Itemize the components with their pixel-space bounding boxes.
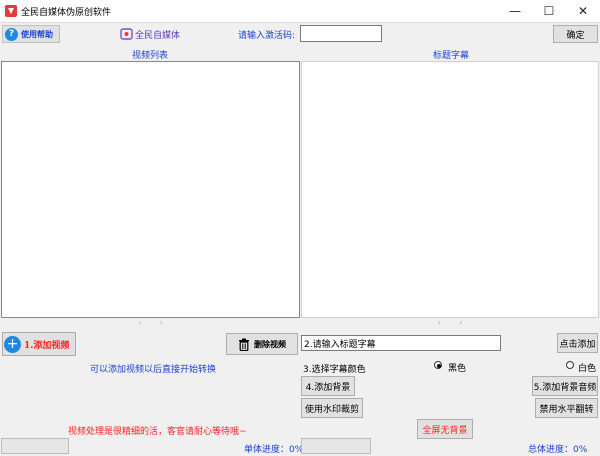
delete-video-button[interactable]: 删除视频 <box>226 333 298 355</box>
single-progress-bar <box>1 438 69 454</box>
plus-circle-icon: + <box>4 335 21 353</box>
radio-unselected-icon <box>566 361 574 369</box>
color-white-label: 白色 <box>578 364 597 374</box>
subtitle-list[interactable] <box>301 61 599 318</box>
patience-note: 视频处理是很精细的活，客官请耐心等待哦~ <box>68 427 247 437</box>
add-background-button[interactable]: 4.添加背景 <box>301 376 355 396</box>
trash-icon <box>238 338 250 351</box>
color-black-label: 黑色 <box>448 364 467 374</box>
video-list[interactable] <box>1 61 300 318</box>
subtitle-panel-header: 标题字幕 <box>432 51 469 61</box>
color-black-radio[interactable]: 黑色 <box>434 360 494 374</box>
delete-video-label: 删除视频 <box>254 338 286 349</box>
subtitle-color-label: 3.选择字幕颜色 <box>303 365 366 375</box>
fullscreen-no-bg-button[interactable]: 全屏无背景 <box>417 419 473 439</box>
color-white-radio[interactable]: 白色 <box>566 360 600 374</box>
help-button[interactable]: ? 使用帮助 <box>2 25 60 43</box>
help-label: 使用帮助 <box>21 29 53 39</box>
app-icon <box>4 4 18 18</box>
confirm-button[interactable]: 确定 <box>553 25 598 43</box>
scroll-left-arrow-icon[interactable]: ‹ <box>438 318 441 327</box>
radio-selected-icon <box>434 361 442 369</box>
help-icon: ? <box>5 27 18 41</box>
video-list-header: 视频列表 <box>131 51 168 61</box>
brand-label: 全民自媒体 <box>135 31 181 41</box>
video-list-hscrollbar[interactable]: ‹ › <box>1 318 300 329</box>
maximize-button[interactable]: ☐ <box>532 0 566 23</box>
activation-label: 请输入激活码: <box>238 31 296 41</box>
disable-hflip-button[interactable]: 禁用水平翻转 <box>535 398 598 418</box>
title-subtitle-input[interactable] <box>301 335 501 351</box>
total-progress-bar <box>301 438 371 454</box>
activation-input[interactable] <box>300 25 382 42</box>
add-video-hint: 可以添加视频以后直接开始转换 <box>90 365 217 375</box>
add-bg-audio-button[interactable]: 5.添加背景音频 <box>532 376 598 396</box>
add-video-button[interactable]: + 1.添加视频 <box>2 332 76 356</box>
add-video-label: 1.添加视频 <box>24 340 70 351</box>
scroll-right-arrow-icon[interactable]: › <box>160 318 163 327</box>
window-title: 全民自媒体伪原创软件 <box>21 8 112 18</box>
click-add-button[interactable]: 点击添加 <box>557 333 598 353</box>
media-logo-icon <box>120 27 133 40</box>
scroll-left-arrow-icon[interactable]: ‹ <box>138 318 141 327</box>
title-bar: 全民自媒体伪原创软件 — ☐ ✕ <box>0 0 600 23</box>
brand-logo: 全民自媒体 <box>120 25 190 43</box>
watermark-crop-button[interactable]: 使用水印裁剪 <box>301 398 363 418</box>
scroll-right-arrow-icon[interactable]: › <box>459 318 462 327</box>
total-progress-label: 总体进度：0% <box>528 445 588 455</box>
close-button[interactable]: ✕ <box>566 0 600 23</box>
subtitle-list-hscrollbar[interactable]: ‹ › <box>301 318 599 329</box>
single-progress-label: 单体进度：0% <box>244 445 304 455</box>
minimize-button[interactable]: — <box>498 0 532 23</box>
